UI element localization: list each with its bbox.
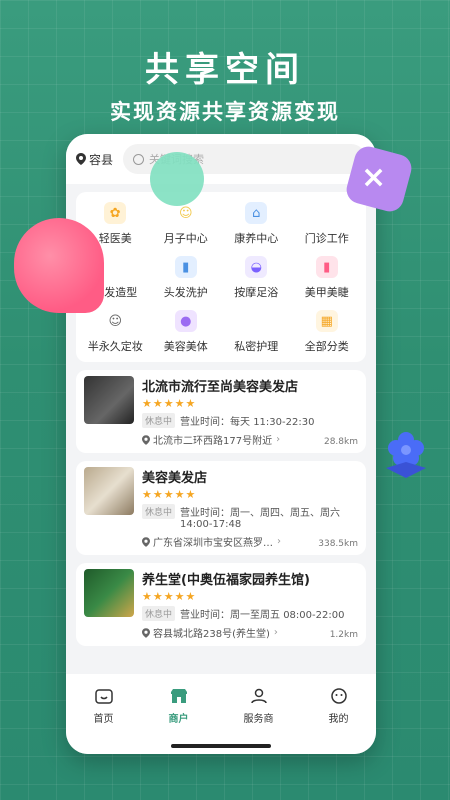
shop-hours: 营业时间：周一、周四、周五、周六 14:00-17:48 xyxy=(180,508,341,530)
shop-card[interactable]: 养生堂(中奥伍福家园养生馆) ★★★★★ 休息中 营业时间：周一至周五 08:00… xyxy=(76,563,366,646)
phone-screen: 容县 关键词搜索 ✿轻医美 ☺月子中心 ⌂康养中心 门诊工作 剪发造型 ▮头发洗… xyxy=(66,134,376,754)
shop-distance: 338.5km xyxy=(318,539,358,549)
shop-card[interactable]: 美容美发店 ★★★★★ 休息中 营业时间：周一、周四、周五、周六 14:00-17… xyxy=(76,461,366,555)
massage-icon: ◒ xyxy=(245,256,268,278)
bottom-tab-bar: 首页 商户 服务商 我的 xyxy=(66,674,376,754)
shop-distance: 28.8km xyxy=(323,437,358,447)
status-badge: 休息中 xyxy=(142,606,176,621)
flower-icon xyxy=(386,432,426,478)
category-item[interactable]: ◒ 按摩足浴 xyxy=(221,256,292,300)
shop-name: 美容美发店 xyxy=(142,471,208,486)
category-item[interactable]: 私密护理 xyxy=(221,310,292,354)
location-pin-icon xyxy=(142,536,150,547)
medical-beauty-icon: ✿ xyxy=(104,202,127,224)
location-pin-icon xyxy=(142,434,150,445)
shop-address: 容县城北路238号(养生堂) xyxy=(153,629,270,640)
smiley-icon xyxy=(330,688,347,704)
shop-list: 北流市流行至尚美容美发店 ★★★★★ 休息中 营业时间：每天 11:30-22:3… xyxy=(66,370,376,646)
category-item[interactable]: 门诊工作 xyxy=(292,202,363,246)
tab-merchant[interactable]: 商户 xyxy=(169,688,189,725)
location-label: 容县 xyxy=(89,152,114,167)
shop-name: 养生堂(中奥伍福家园养生馆) xyxy=(142,573,310,588)
rating-stars: ★★★★★ xyxy=(142,590,197,603)
home-indicator xyxy=(171,744,271,748)
category-item[interactable]: ▮ 美甲美睫 xyxy=(292,256,363,300)
tab-service-provider[interactable]: 服务商 xyxy=(244,688,274,725)
person-icon xyxy=(250,688,267,704)
shop-thumbnail xyxy=(84,376,134,424)
location-pin-icon xyxy=(142,627,150,638)
close-icon: × xyxy=(361,160,387,195)
shop-hours: 营业时间：每天 11:30-22:30 xyxy=(180,417,315,428)
grid-icon: ▦ xyxy=(315,310,338,332)
care-icon xyxy=(245,310,268,332)
store-icon xyxy=(170,689,187,703)
status-badge: 休息中 xyxy=(142,504,176,519)
woman-silhouette-icon xyxy=(14,218,104,313)
clinic-icon xyxy=(315,202,338,224)
tab-mine[interactable]: 我的 xyxy=(329,688,349,725)
category-item[interactable]: ▦ 全部分类 xyxy=(292,310,363,354)
location-selector[interactable]: 容县 xyxy=(76,151,113,168)
shop-thumbnail xyxy=(84,467,134,515)
rating-stars: ★★★★★ xyxy=(142,397,197,410)
shop-distance: 1.2km xyxy=(329,630,358,640)
category-grid: ✿ 轻医美 ☺ 月子中心 ⌂ 康养中心 门诊工作 剪发造型 ▮ 头发洗护 ◒ 按摩足浴 ▮… xyxy=(76,192,366,362)
category-item[interactable]: ● 美容美体 xyxy=(151,310,222,354)
shampoo-icon: ▮ xyxy=(174,256,197,278)
category-item[interactable]: ⌂ 康养中心 xyxy=(221,202,292,246)
location-pin-icon xyxy=(76,153,86,165)
shop-address: 广东省深圳市宝安区燕罗… xyxy=(153,538,273,549)
eyebrow-icon: ☺ xyxy=(104,310,127,332)
shop-card[interactable]: 北流市流行至尚美容美发店 ★★★★★ 休息中 营业时间：每天 11:30-22:3… xyxy=(76,370,366,453)
tab-home[interactable]: 首页 xyxy=(94,688,114,725)
category-item[interactable]: ▮ 头发洗护 xyxy=(151,256,222,300)
shop-thumbnail xyxy=(84,569,134,617)
chevron-right-icon: › xyxy=(273,627,278,638)
face-mask-icon: ● xyxy=(174,310,197,332)
shop-address: 北流市二环西路177号附近 xyxy=(153,436,273,447)
nail-polish-icon: ▮ xyxy=(315,256,338,278)
haircut-icon xyxy=(104,256,127,278)
search-icon xyxy=(133,153,145,165)
top-bar: 容县 关键词搜索 xyxy=(66,134,376,184)
chevron-right-icon: › xyxy=(276,434,281,445)
home-icon xyxy=(94,689,113,704)
floating-person-icon xyxy=(150,152,204,206)
promo-title: 共享空间 xyxy=(145,50,305,90)
promo-subtitle: 实现资源共享资源变现 xyxy=(110,100,340,124)
house-icon: ⌂ xyxy=(245,202,268,224)
category-item[interactable]: ☺ 月子中心 xyxy=(151,202,222,246)
rating-stars: ★★★★★ xyxy=(142,488,197,501)
shop-hours: 营业时间：周一至周五 08:00-22:00 xyxy=(180,610,345,621)
shop-name: 北流市流行至尚美容美发店 xyxy=(142,380,299,395)
chevron-right-icon: › xyxy=(277,536,281,547)
category-item[interactable]: ☺ 半永久定妆 xyxy=(80,310,151,354)
status-badge: 休息中 xyxy=(142,413,176,428)
